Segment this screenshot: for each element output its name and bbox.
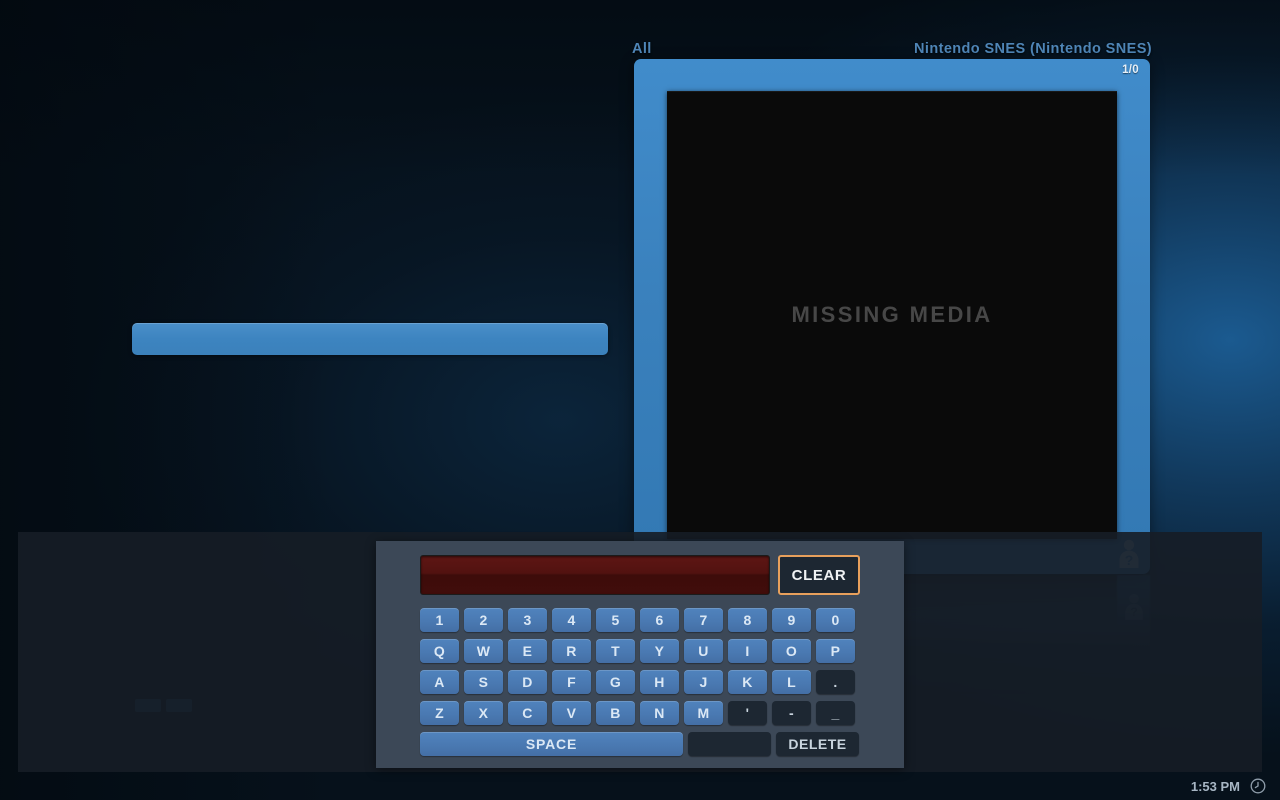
key-a[interactable]: A [420,670,459,694]
keyboard-row-digits: 1 2 3 4 5 6 7 8 9 0 [420,608,860,632]
key-hyphen[interactable]: - [772,701,811,725]
key-3[interactable]: 3 [508,608,547,632]
status-bar: 1:53 PM [0,772,1280,800]
keyboard-key-rows: 1 2 3 4 5 6 7 8 9 0 Q W E R T Y U I O P … [420,608,860,756]
filter-label: All [632,41,652,57]
keyboard-row-zxcv: Z X C V B N M ' - _ [420,701,860,725]
key-5[interactable]: 5 [596,608,635,632]
keyboard-row-space: SPACE DELETE [420,732,860,756]
key-n[interactable]: N [640,701,679,725]
clock-label: 1:53 PM [1190,778,1240,794]
key-0[interactable]: 0 [816,608,855,632]
key-u[interactable]: U [684,639,723,663]
game-card-counter: 1/0 [1122,64,1139,76]
key-period[interactable]: . [816,670,855,694]
key-underscore[interactable]: _ [816,701,855,725]
key-g[interactable]: G [596,670,635,694]
keyboard-row-asdf: A S D F G H J K L . [420,670,860,694]
selected-list-item-highlight[interactable] [132,323,608,355]
key-m[interactable]: M [684,701,723,725]
blank-key[interactable] [688,732,771,756]
key-7[interactable]: 7 [684,608,723,632]
game-card[interactable]: 1/0 MISSING MEDIA ? [634,59,1150,574]
key-t[interactable]: T [596,639,635,663]
key-z[interactable]: Z [420,701,459,725]
key-k[interactable]: K [728,670,767,694]
emulationstation-screen: All Nintendo SNES (Nintendo SNES) ? 1/0 … [0,0,1280,800]
delete-key[interactable]: DELETE [776,732,859,756]
key-o[interactable]: O [772,639,811,663]
key-s[interactable]: S [464,670,503,694]
key-q[interactable]: Q [420,639,459,663]
key-b[interactable]: B [596,701,635,725]
system-name-label: Nintendo SNES (Nintendo SNES) [914,41,1152,57]
clear-button[interactable]: CLEAR [778,555,860,595]
key-4[interactable]: 4 [552,608,591,632]
game-card-artwork: MISSING MEDIA [667,91,1117,539]
key-y[interactable]: Y [640,639,679,663]
keyboard-input-row: CLEAR [420,555,860,595]
missing-media-label: MISSING MEDIA [791,302,993,327]
key-6[interactable]: 6 [640,608,679,632]
key-f[interactable]: F [552,670,591,694]
key-w[interactable]: W [464,639,503,663]
key-9[interactable]: 9 [772,608,811,632]
key-8[interactable]: 8 [728,608,767,632]
key-v[interactable]: V [552,701,591,725]
key-1[interactable]: 1 [420,608,459,632]
key-i[interactable]: I [728,639,767,663]
key-d[interactable]: D [508,670,547,694]
search-input[interactable] [420,555,770,595]
virtual-keyboard: CLEAR 1 2 3 4 5 6 7 8 9 0 Q W E R T Y U … [376,541,904,768]
space-key[interactable]: SPACE [420,732,683,756]
key-2[interactable]: 2 [464,608,503,632]
key-r[interactable]: R [552,639,591,663]
clock-icon [1250,778,1266,794]
key-c[interactable]: C [508,701,547,725]
keyboard-row-qwerty: Q W E R T Y U I O P [420,639,860,663]
key-x[interactable]: X [464,701,503,725]
key-p[interactable]: P [816,639,855,663]
key-apostrophe[interactable]: ' [728,701,767,725]
key-l[interactable]: L [772,670,811,694]
key-h[interactable]: H [640,670,679,694]
key-j[interactable]: J [684,670,723,694]
key-e[interactable]: E [508,639,547,663]
